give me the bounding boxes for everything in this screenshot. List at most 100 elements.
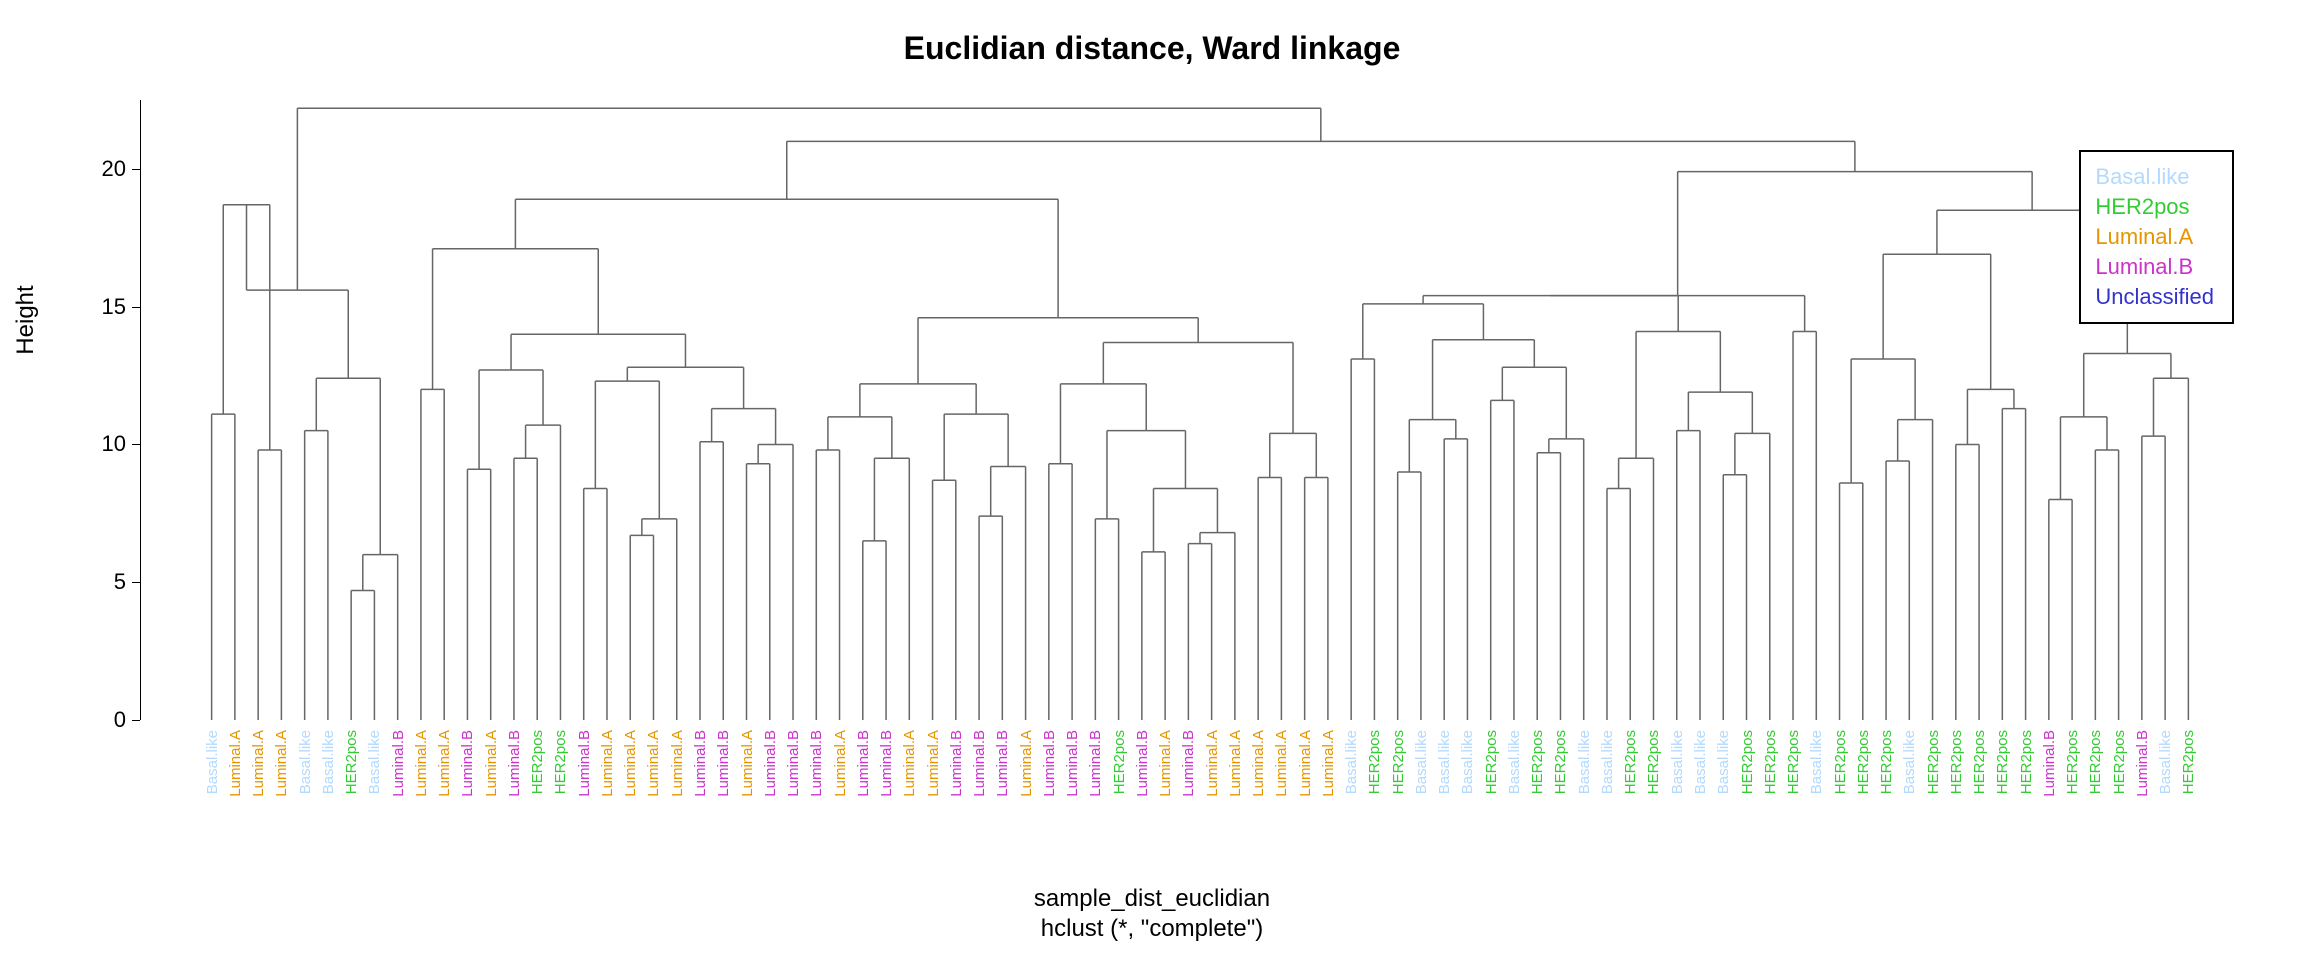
leaf-label: HER2pos bbox=[2180, 730, 2197, 794]
leaf-label: Luminal.A bbox=[483, 730, 500, 797]
leaf-label: Basal.like bbox=[1808, 730, 1825, 794]
leaf-label: HER2pos bbox=[1971, 730, 1988, 794]
leaf-label: Luminal.B bbox=[878, 730, 895, 797]
leaf-label: HER2pos bbox=[2087, 730, 2104, 794]
leaf-labels: Basal.like Luminal.A Luminal.A Luminal.A Bas… bbox=[140, 730, 2220, 890]
x-axis-label-1: sample_dist_euclidian bbox=[0, 885, 2304, 913]
leaf-label: Basal.like bbox=[204, 730, 221, 794]
leaf-label: Luminal.A bbox=[227, 730, 244, 797]
leaf-label: Luminal.B bbox=[1064, 730, 1081, 797]
leaf-label: HER2pos bbox=[1483, 730, 1500, 794]
leaf-label: HER2pos bbox=[1622, 730, 1639, 794]
leaf-label: Luminal.A bbox=[436, 730, 453, 797]
leaf-label: Luminal.B bbox=[692, 730, 709, 797]
leaf-label: HER2pos bbox=[1832, 730, 1849, 794]
leaf-label: Basal.like bbox=[1901, 730, 1918, 794]
leaf-label: HER2pos bbox=[1855, 730, 1872, 794]
leaf-label: Luminal.B bbox=[785, 730, 802, 797]
leaf-label: Luminal.A bbox=[925, 730, 942, 797]
leaf-label: Luminal.A bbox=[273, 730, 290, 797]
leaf-label: Luminal.B bbox=[1134, 730, 1151, 797]
leaf-label: Luminal.B bbox=[808, 730, 825, 797]
leaf-label: Luminal.B bbox=[390, 730, 407, 797]
leaf-label: HER2pos bbox=[1948, 730, 1965, 794]
leaf-label: Luminal.A bbox=[599, 730, 616, 797]
leaf-label: Luminal.A bbox=[645, 730, 662, 797]
legend-item: Luminal.A bbox=[2095, 222, 2214, 252]
leaf-label: Luminal.A bbox=[1227, 730, 1244, 797]
leaf-label: HER2pos bbox=[1111, 730, 1128, 794]
leaf-label: Basal.like bbox=[1599, 730, 1616, 794]
leaf-label: Luminal.A bbox=[1018, 730, 1035, 797]
leaf-label: Luminal.A bbox=[1320, 730, 1337, 797]
leaf-label: Luminal.A bbox=[1297, 730, 1314, 797]
leaf-label: Luminal.B bbox=[1180, 730, 1197, 797]
y-tick-label: 15 bbox=[102, 294, 126, 320]
leaf-label: Basal.like bbox=[1506, 730, 1523, 794]
leaf-label: Luminal.B bbox=[1087, 730, 1104, 797]
y-tick-label: 20 bbox=[102, 156, 126, 182]
leaf-label: Basal.like bbox=[1715, 730, 1732, 794]
leaf-label: Basal.like bbox=[1669, 730, 1686, 794]
leaf-label: Luminal.A bbox=[1273, 730, 1290, 797]
leaf-label: Luminal.B bbox=[2041, 730, 2058, 797]
leaf-label: Luminal.A bbox=[413, 730, 430, 797]
leaf-label: Luminal.B bbox=[506, 730, 523, 797]
leaf-label: Basal.like bbox=[320, 730, 337, 794]
leaf-label: Luminal.A bbox=[622, 730, 639, 797]
leaf-label: Basal.like bbox=[1576, 730, 1593, 794]
leaf-label: Luminal.A bbox=[739, 730, 756, 797]
leaf-label: Luminal.A bbox=[669, 730, 686, 797]
leaf-label: HER2pos bbox=[2018, 730, 2035, 794]
leaf-label: Luminal.B bbox=[459, 730, 476, 797]
leaf-label: Luminal.B bbox=[576, 730, 593, 797]
leaf-label: Basal.like bbox=[1343, 730, 1360, 794]
leaf-label: Basal.like bbox=[2157, 730, 2174, 794]
legend-item: Basal.like bbox=[2095, 162, 2214, 192]
leaf-label: HER2pos bbox=[1785, 730, 1802, 794]
leaf-label: HER2pos bbox=[1366, 730, 1383, 794]
leaf-label: HER2pos bbox=[1878, 730, 1895, 794]
leaf-label: HER2pos bbox=[1645, 730, 1662, 794]
leaf-label: Luminal.A bbox=[901, 730, 918, 797]
leaf-label: Basal.like bbox=[1436, 730, 1453, 794]
leaf-label: HER2pos bbox=[1390, 730, 1407, 794]
leaf-label: Basal.like bbox=[1459, 730, 1476, 794]
x-axis-label-2: hclust (*, "complete") bbox=[0, 915, 2304, 943]
leaf-label: Luminal.B bbox=[948, 730, 965, 797]
leaf-label: Luminal.A bbox=[832, 730, 849, 797]
y-tick-label: 10 bbox=[102, 431, 126, 457]
leaf-label: HER2pos bbox=[2111, 730, 2128, 794]
legend-item: Luminal.B bbox=[2095, 252, 2214, 282]
leaf-label: HER2pos bbox=[343, 730, 360, 794]
leaf-label: HER2pos bbox=[552, 730, 569, 794]
leaf-label: Luminal.B bbox=[994, 730, 1011, 797]
leaf-label: Luminal.A bbox=[1157, 730, 1174, 797]
leaf-label: Luminal.A bbox=[250, 730, 267, 797]
leaf-label: Luminal.B bbox=[762, 730, 779, 797]
legend-item: Unclassified bbox=[2095, 282, 2214, 312]
leaf-label: Luminal.B bbox=[971, 730, 988, 797]
leaf-label: Basal.like bbox=[297, 730, 314, 794]
leaf-label: HER2pos bbox=[2064, 730, 2081, 794]
leaf-label: HER2pos bbox=[1739, 730, 1756, 794]
leaf-label: Basal.like bbox=[366, 730, 383, 794]
leaf-label: Basal.like bbox=[1413, 730, 1430, 794]
leaf-label: HER2pos bbox=[1529, 730, 1546, 794]
leaf-label: HER2pos bbox=[1994, 730, 2011, 794]
legend-item: HER2pos bbox=[2095, 192, 2214, 222]
dendrogram-plot bbox=[140, 100, 2220, 720]
leaf-label: HER2pos bbox=[529, 730, 546, 794]
y-tick-label: 0 bbox=[114, 707, 126, 733]
leaf-label: Basal.like bbox=[1692, 730, 1709, 794]
leaf-label: Luminal.B bbox=[855, 730, 872, 797]
leaf-label: HER2pos bbox=[1925, 730, 1942, 794]
leaf-label: HER2pos bbox=[1552, 730, 1569, 794]
leaf-label: Luminal.A bbox=[1250, 730, 1267, 797]
leaf-label: HER2pos bbox=[1762, 730, 1779, 794]
chart-title: Euclidian distance, Ward linkage bbox=[0, 30, 2304, 67]
leaf-label: Luminal.B bbox=[2134, 730, 2151, 797]
legend: Basal.likeHER2posLuminal.ALuminal.BUncla… bbox=[2079, 150, 2234, 324]
leaf-label: Luminal.A bbox=[1204, 730, 1221, 797]
leaf-label: Luminal.B bbox=[1041, 730, 1058, 797]
